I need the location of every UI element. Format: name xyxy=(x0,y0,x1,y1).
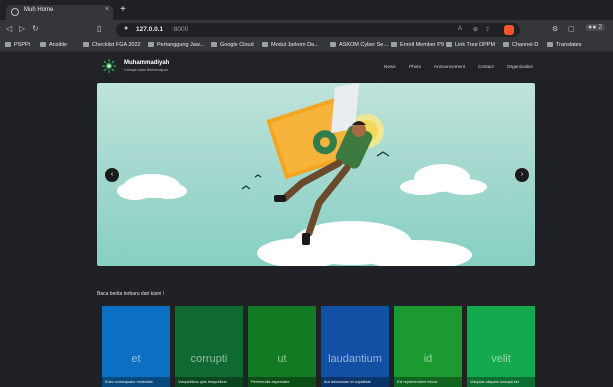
bookmark-label: Enroll Member P9 xyxy=(400,42,445,48)
extensions-icon[interactable]: ⚙ xyxy=(552,25,558,33)
card-caption-bar: Voluptatibus quis temporibus xyxy=(175,377,243,387)
site-info-icon[interactable]: ● xyxy=(124,25,128,32)
bookmark-label: Pertanggung Jaw... xyxy=(157,42,205,48)
card-caption-bar: Est reprehenderit minus xyxy=(394,377,462,387)
nav-link-photo[interactable]: Photo xyxy=(409,64,421,69)
folder-icon xyxy=(391,42,397,47)
bookmark-item[interactable]: Link Tree DPPM xyxy=(446,42,495,48)
bookmark-item[interactable]: Checklist FGA 2022 xyxy=(83,42,141,48)
browser-toolbar: ◁ ▷ ↻ ▯ ● 127.0.0.1 :8000 A ⊕ ⇪ ⚙ ▢ ●● 2 xyxy=(0,20,613,40)
bookmark-item[interactable]: Channel-D xyxy=(503,42,538,48)
card-caption: Enim consequatur molestiae xyxy=(105,380,153,384)
muhammadiyah-logo-icon[interactable] xyxy=(102,59,116,73)
card-caption: Aut laboriosam et cupiditate xyxy=(324,380,371,384)
zoom-icon[interactable]: ⊕ xyxy=(473,26,478,33)
card-caption-bar: Voluptas aliquam suscipit est xyxy=(467,377,535,387)
nav-link-announcement[interactable]: Announcement xyxy=(434,64,465,69)
hero-illustration xyxy=(117,83,487,266)
card-caption: Perferendis aspernatur xyxy=(251,380,290,384)
folder-icon xyxy=(446,42,452,47)
bookmark-label: PSPPI xyxy=(14,42,31,48)
new-tab-button[interactable]: + xyxy=(120,5,126,15)
bookmark-item[interactable]: Translates xyxy=(547,42,581,48)
bookmark-item[interactable]: Modul Jarkom Da... xyxy=(262,42,319,48)
folder-icon xyxy=(83,42,89,47)
nav-link-news[interactable]: News xyxy=(384,64,396,69)
site-tagline: Cahaya Islam Berkemajuan xyxy=(124,68,169,72)
news-heading: Baca berita terbaru dari kami ! xyxy=(97,291,164,297)
news-card[interactable]: laudantium Aut laboriosam et cupiditate xyxy=(321,306,389,387)
folder-icon xyxy=(148,42,154,47)
bookmark-item[interactable]: Ansible xyxy=(40,42,67,48)
bookmarks-bar: PSPPI Ansible Checklist FGA 2022 Pertang… xyxy=(0,40,613,52)
card-title: ut xyxy=(277,353,287,365)
carousel-next-button[interactable]: › xyxy=(515,168,529,182)
close-icon[interactable]: × xyxy=(105,6,109,13)
bookmark-icon[interactable]: ▯ xyxy=(97,24,101,34)
bookmark-item[interactable]: Pertanggung Jaw... xyxy=(148,42,204,48)
globe-icon xyxy=(11,8,19,16)
sidebar-icon[interactable]: ▢ xyxy=(568,25,575,33)
site-brand[interactable]: Muhammadiyah xyxy=(124,60,169,66)
site-navbar: Muhammadiyah Cahaya Islam Berkemajuan Ne… xyxy=(0,52,613,82)
bookmark-label: Modul Jarkom Da... xyxy=(271,42,319,48)
hero-carousel[interactable]: ‹ › xyxy=(97,83,535,266)
browser-tab[interactable]: Muh Home × xyxy=(6,5,113,20)
nav-link-organization[interactable]: Organization xyxy=(507,64,533,69)
address-bar[interactable]: ● 127.0.0.1 :8000 A ⊕ ⇪ xyxy=(116,23,520,37)
tab-title: Muh Home xyxy=(24,7,54,13)
profile-count: 2 xyxy=(598,24,603,31)
card-caption: Est reprehenderit minus xyxy=(397,380,438,384)
folder-icon xyxy=(5,42,11,47)
folder-icon xyxy=(40,42,46,47)
folder-icon xyxy=(330,42,336,47)
folder-icon xyxy=(211,42,217,47)
url-port: :8000 xyxy=(172,26,189,33)
news-card[interactable]: velit Voluptas aliquam suscipit est xyxy=(467,306,535,387)
card-title: laudantium xyxy=(328,353,382,365)
news-card[interactable]: ut Perferendis aspernatur xyxy=(248,306,316,387)
bookmark-label: ASKOM Cyber Se... xyxy=(339,42,388,48)
bookmark-label: Channel-D xyxy=(512,42,539,48)
card-caption-bar: Perferendis aspernatur xyxy=(248,377,316,387)
profile-button[interactable]: ●● 2 xyxy=(585,24,606,31)
news-card[interactable]: id Est reprehenderit minus xyxy=(394,306,462,387)
news-card[interactable]: corrupti Voluptatibus quis temporibus xyxy=(175,306,243,387)
bookmark-label: Translates xyxy=(556,42,582,48)
bookmark-label: Link Tree DPPM xyxy=(455,42,496,48)
forward-icon[interactable]: ▷ xyxy=(19,24,25,34)
bookmark-label: Ansible xyxy=(49,42,68,48)
bookmark-label: Google Cloud xyxy=(220,42,254,48)
back-icon[interactable]: ◁ xyxy=(6,24,12,34)
card-caption: Voluptatibus quis temporibus xyxy=(178,380,227,384)
reload-icon[interactable]: ↻ xyxy=(32,24,39,34)
brave-shield-icon[interactable] xyxy=(504,25,514,35)
bookmark-item[interactable]: PSPPI xyxy=(5,42,30,48)
share-icon[interactable]: ⇪ xyxy=(485,26,490,33)
translate-icon[interactable]: A xyxy=(458,26,462,32)
bookmark-item[interactable]: Google Cloud xyxy=(211,42,254,48)
card-title: corrupti xyxy=(190,353,228,365)
bookmark-label: Checklist FGA 2022 xyxy=(92,42,141,48)
nav-link-contact[interactable]: Contact xyxy=(478,64,494,69)
card-caption-bar: Aut laboriosam et cupiditate xyxy=(321,377,389,387)
card-caption: Voluptas aliquam suscipit est xyxy=(470,380,519,384)
folder-icon xyxy=(262,42,268,47)
tab-strip: Muh Home × + xyxy=(0,0,613,20)
card-title: id xyxy=(423,353,433,365)
card-caption-bar: Enim consequatur molestiae xyxy=(102,377,170,387)
url-host: 127.0.0.1 xyxy=(136,26,164,33)
card-title: et xyxy=(131,353,141,365)
card-title: velit xyxy=(491,353,511,365)
web-page: Muhammadiyah Cahaya Islam Berkemajuan Ne… xyxy=(0,52,613,387)
folder-icon xyxy=(547,42,553,47)
carousel-prev-button[interactable]: ‹ xyxy=(105,168,119,182)
folder-icon xyxy=(503,42,509,47)
news-card[interactable]: et Enim consequatur molestiae xyxy=(102,306,170,387)
bookmark-item[interactable]: ASKOM Cyber Se... xyxy=(330,42,388,48)
bookmark-item[interactable]: Enroll Member P9 xyxy=(391,42,444,48)
